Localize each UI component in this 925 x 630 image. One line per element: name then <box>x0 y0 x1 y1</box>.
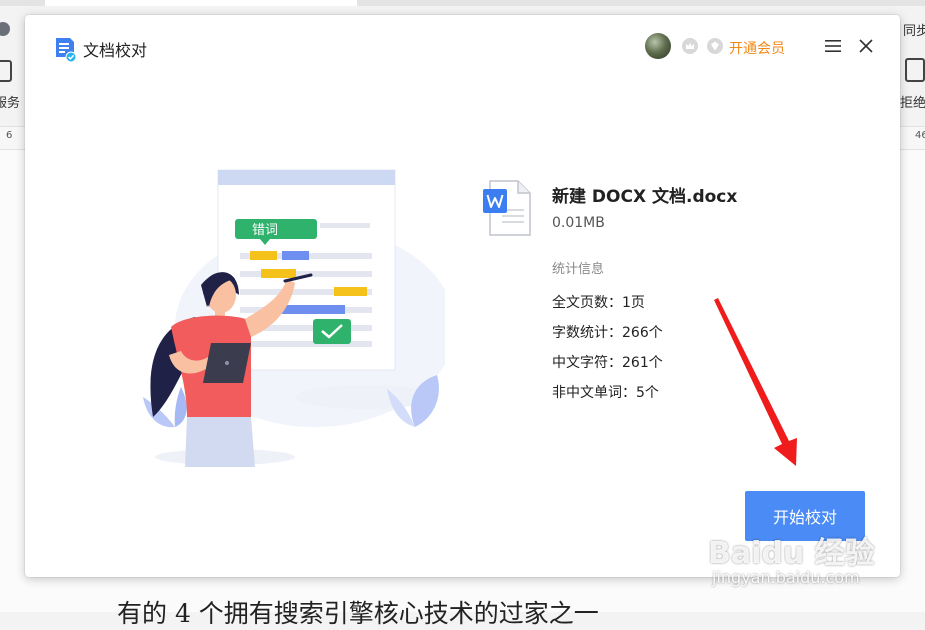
file-name: 新建 DOCX 文档.docx <box>552 187 738 207</box>
background-ruler-mark-right: 46 <box>915 130 925 141</box>
diamond-badge-icon[interactable] <box>707 38 723 54</box>
background-toolbar-icon-right[interactable] <box>905 58 925 82</box>
background-toolbar-label-left[interactable]: 服务 <box>0 92 20 111</box>
stat-non-chinese-words: 非中文单词：5个 <box>552 385 659 401</box>
stat-word-count: 字数统计：266个 <box>552 325 663 341</box>
open-membership-link[interactable]: 开通会员 <box>729 38 785 58</box>
stat-page-count: 全文页数：1页 <box>552 295 645 311</box>
error-word-tag: 错词 <box>252 223 278 238</box>
proofread-illustration: 错词 <box>143 169 445 467</box>
dialog-title: 文档校对 <box>83 41 148 60</box>
background-toolbar-icon-left[interactable] <box>0 60 12 82</box>
word-document-icon <box>483 180 531 236</box>
background-toolbar-top-right[interactable]: 同步 <box>903 20 925 39</box>
file-size: 0.01MB <box>552 215 605 231</box>
close-icon[interactable] <box>857 37 875 55</box>
background-document-text: 有的 4 个拥有搜索引擎核心技术的过家之一 <box>117 599 599 628</box>
background-avatar-icon <box>0 22 10 36</box>
menu-icon[interactable] <box>825 39 841 53</box>
background-toolbar-label-right[interactable]: 拒绝 <box>900 92 925 111</box>
baidu-watermark-url: jingyan.baidu.com <box>712 568 860 587</box>
proofread-doc-icon <box>56 38 77 63</box>
proofread-dialog: 文档校对 开通会员 错词 新建 DOCX 文档.docx 0.01MB 统计信息… <box>25 15 900 577</box>
stats-heading: 统计信息 <box>552 262 605 277</box>
background-active-tab[interactable] <box>45 0 357 6</box>
crown-badge-icon[interactable] <box>682 38 698 54</box>
user-avatar[interactable] <box>645 33 671 59</box>
baidu-watermark-logo: Baidu 经验 <box>708 536 875 571</box>
stat-chinese-chars: 中文字符：261个 <box>552 355 663 371</box>
background-ruler-mark-left: 6 <box>6 130 13 141</box>
